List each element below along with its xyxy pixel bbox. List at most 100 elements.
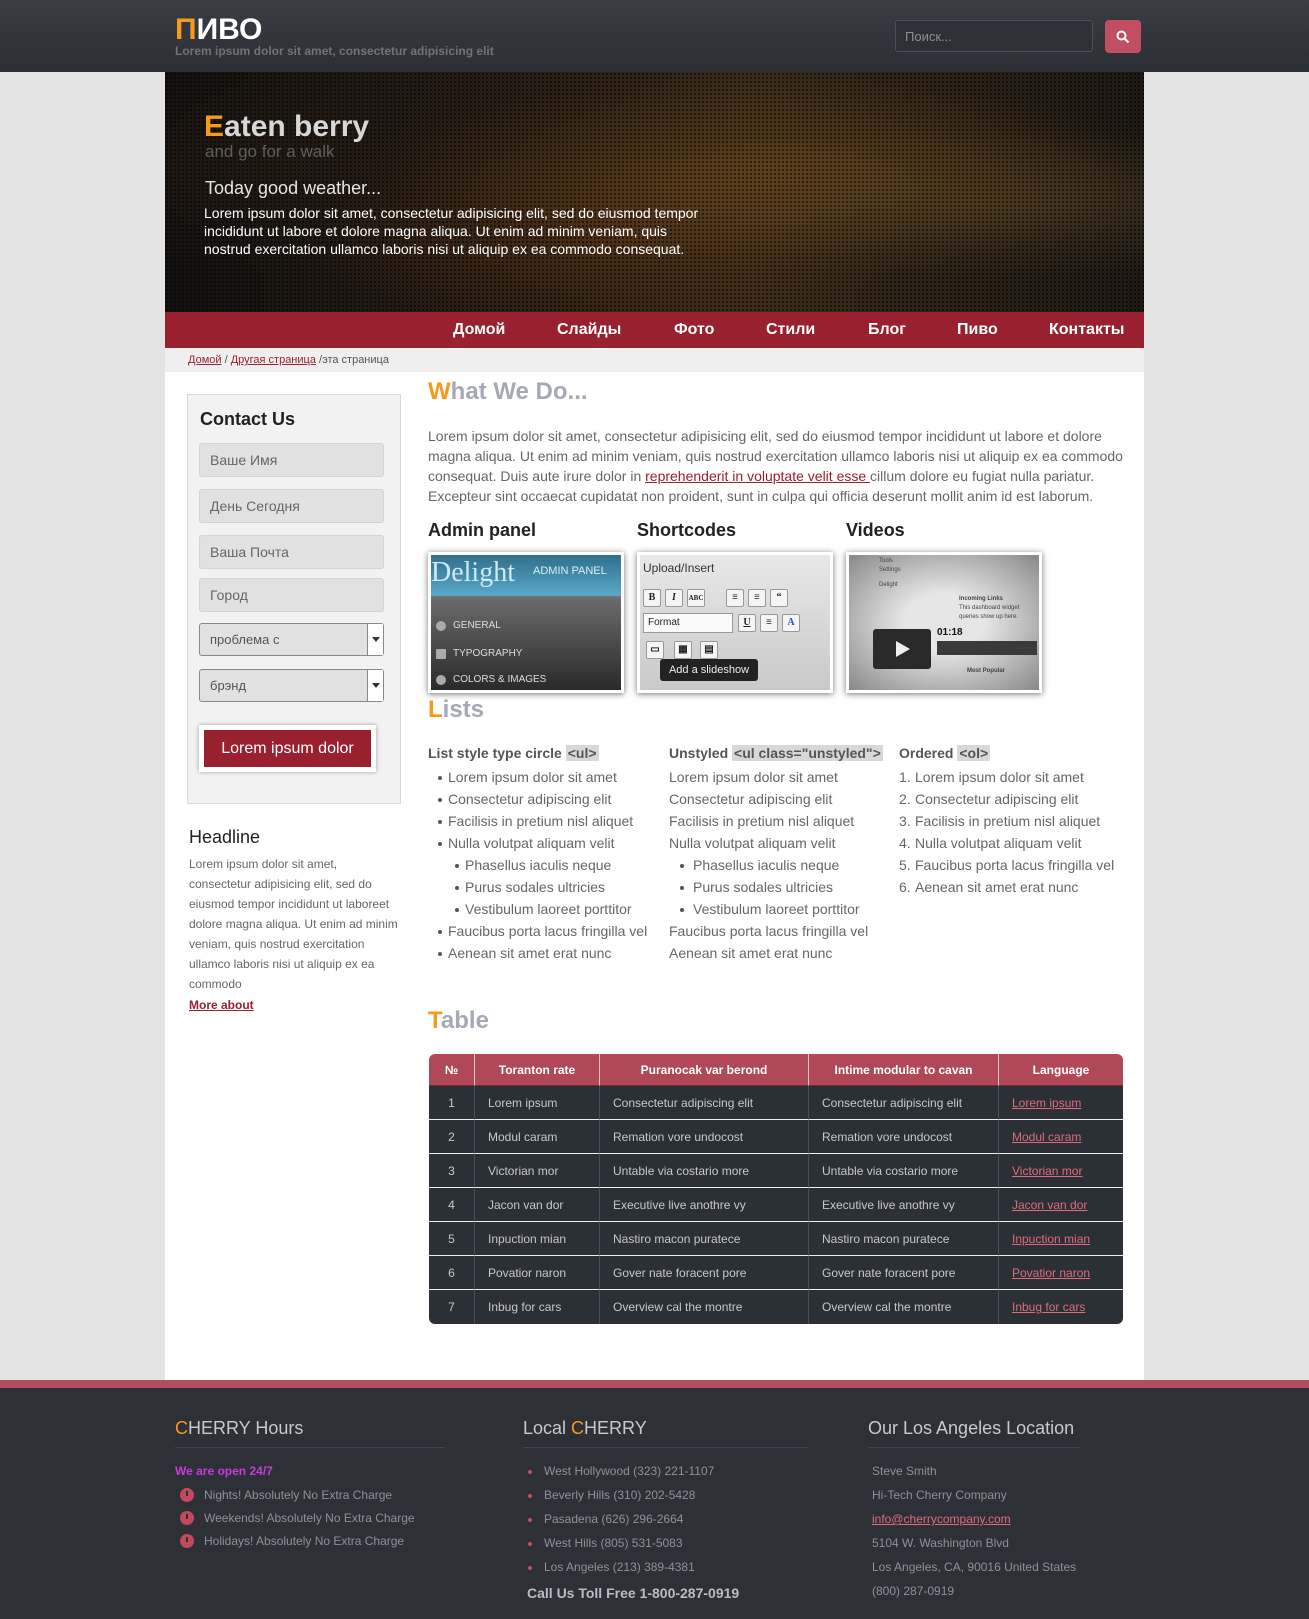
- breadcrumb-current: эта страница: [322, 354, 389, 366]
- list-label: List style type circle: [428, 745, 566, 761]
- table-link[interactable]: Povatior naron: [999, 1256, 1123, 1290]
- strikethrough-icon: ABC: [687, 589, 705, 607]
- table-cell: Lorem ipsum: [475, 1086, 600, 1120]
- search-button[interactable]: [1105, 20, 1141, 53]
- contact-title: Contact Us: [200, 409, 296, 429]
- upload-insert-label: Upload/Insert: [643, 561, 715, 575]
- nav-item-beer[interactable]: Пиво: [957, 312, 998, 348]
- search-input[interactable]: [895, 20, 1093, 52]
- phone-line: (800) 287-0919: [872, 1584, 955, 1598]
- bold-icon: B: [643, 589, 661, 607]
- list-item: Nulla volutpat aliquam velit: [669, 835, 836, 851]
- what-we-do-title: What We Do...: [428, 378, 588, 406]
- list-item: Consectetur adipiscing elit: [669, 791, 833, 807]
- location-title: Our Los Angeles Location: [868, 1418, 1080, 1448]
- bullet-icon: [528, 1518, 532, 1522]
- address-line: 5104 W. Washington Blvd: [872, 1536, 1009, 1550]
- video-panel-text: This dashboard widget queries show up he…: [959, 605, 1020, 620]
- table-link[interactable]: Victorian mor: [999, 1154, 1123, 1188]
- breadcrumb-home[interactable]: Домой: [188, 354, 222, 366]
- table-cell: Inpuction mian: [475, 1222, 600, 1256]
- admin-menu-item: COLORS & IMAGES: [431, 667, 559, 690]
- address-line: Steve Smith: [872, 1464, 937, 1478]
- hero-text: Lorem ipsum dolor sit amet, consectetur …: [204, 205, 699, 257]
- table-link[interactable]: Jacon van dor: [999, 1188, 1123, 1222]
- table-cell: Victorian mor: [475, 1154, 600, 1188]
- title-rest: HERRY: [584, 1418, 647, 1438]
- city-field[interactable]: [199, 578, 384, 612]
- list-label: Unstyled: [669, 745, 733, 761]
- breadcrumb-other[interactable]: Другая страница: [231, 354, 316, 366]
- chevron-down-icon: [367, 624, 383, 655]
- table-row: 7 Inbug for cars Overview cal the montre Ov…: [429, 1290, 1123, 1324]
- column-header: №: [429, 1054, 475, 1086]
- submit-button[interactable]: Lorem ipsum dolor: [204, 730, 371, 767]
- admin-panel-thumbnail[interactable]: Delight ADMIN PANEL GENERAL TYPOGRAPHY C…: [428, 552, 624, 693]
- table-row: 3 Victorian mor Untable via costario more U…: [429, 1154, 1123, 1188]
- list-item: Faucibus porta lacus fringilla vel: [669, 923, 869, 939]
- nav-item-slides[interactable]: Слайды: [557, 312, 621, 348]
- email-link[interactable]: info@cherrycompany.com: [872, 1512, 1011, 1526]
- site-tagline: Lorem ipsum dolor sit amet, consectetur …: [175, 44, 494, 58]
- table-icon: ▤: [700, 641, 718, 659]
- more-about-link[interactable]: More about: [189, 998, 254, 1012]
- brand-select[interactable]: брэнд: [199, 669, 384, 702]
- search-icon: [1116, 30, 1130, 43]
- table-row: 6 Povatior naron Gover nate foracent pore G…: [429, 1256, 1123, 1290]
- table-cell: Untable via costario more: [600, 1154, 809, 1188]
- list-item-text: Faucibus porta lacus fringilla vel: [915, 857, 1115, 873]
- table-cell: Executive live anothre vy: [600, 1188, 809, 1222]
- list-item: 3. Facilisis in pretium nisl aliquet: [899, 813, 1101, 829]
- nav-item-photo[interactable]: Фото: [674, 312, 714, 348]
- hero-subtitle: and go for a walk: [205, 142, 335, 161]
- table-header-row: № Toranton rate Puranocak var berond Int…: [429, 1054, 1123, 1086]
- admin-brand: Delight: [431, 557, 515, 588]
- table-cell: Modul caram: [475, 1120, 600, 1154]
- main-container: Eaten berry and go for a walk Today good…: [165, 72, 1144, 1380]
- location-item: Beverly Hills (310) 202-5428: [544, 1488, 696, 1502]
- table-link[interactable]: Lorem ipsum: [999, 1086, 1123, 1120]
- nav-item-styles[interactable]: Стили: [766, 312, 815, 348]
- breadcrumb-sep: /: [221, 354, 231, 366]
- table-link[interactable]: Inpuction mian: [999, 1222, 1123, 1256]
- table-row: 2 Modul caram Remation vore undocost Remati…: [429, 1120, 1123, 1154]
- videos-thumbnail[interactable]: Tools Settings Delight Incoming Links This …: [846, 552, 1042, 693]
- gear-icon: [436, 621, 446, 631]
- list-heading: Ordered <ol>: [899, 745, 1114, 761]
- hero-heading: Today good weather...: [205, 178, 382, 198]
- table-link[interactable]: Modul caram: [999, 1120, 1123, 1154]
- address-line: Los Angeles, CA, 90016 United States: [872, 1560, 1077, 1574]
- nav-item-contacts[interactable]: Контакты: [1049, 312, 1124, 348]
- toll-free: Call Us Toll Free 1-800-287-0919: [527, 1585, 740, 1601]
- table-link[interactable]: Inbug for cars: [999, 1290, 1123, 1324]
- date-field[interactable]: [199, 489, 384, 523]
- nav-item-blog[interactable]: Блог: [868, 312, 906, 348]
- shortcodes-thumbnail[interactable]: Upload/Insert B I ABC ≡ ≡ “ Format U ≡ A…: [637, 552, 833, 693]
- video-time: 01:18: [937, 627, 963, 638]
- list-item: Faucibus porta lacus fringilla vel: [428, 920, 647, 942]
- clock-icon: [180, 1534, 194, 1548]
- title-first-letter: C: [175, 1418, 188, 1438]
- table-row: 4 Jacon van dor Executive live anothre vy E…: [429, 1188, 1123, 1222]
- list-subitem: Vestibulum laoreet porttitor: [669, 898, 883, 920]
- list-item-text: Facilisis in pretium nisl aliquet: [915, 813, 1101, 829]
- admin-brand-sub: ADMIN PANEL: [533, 565, 607, 577]
- bullet-icon: [528, 1542, 532, 1546]
- list-item-text: Consectetur adipiscing elit: [915, 791, 1079, 807]
- table-cell: Consectetur adipiscing elit: [809, 1086, 999, 1120]
- intro-link[interactable]: reprehenderit in voluptate velit esse: [645, 468, 870, 484]
- email-field[interactable]: [199, 535, 384, 569]
- table-cell: Overview cal the montre: [600, 1290, 809, 1324]
- problem-select[interactable]: проблема с: [199, 623, 384, 656]
- site-logo[interactable]: ПИВО: [175, 14, 262, 46]
- table-cell: Nastiro macon puratece: [600, 1222, 809, 1256]
- list-ordered: Ordered <ol> 1. Lorem ipsum dolor sit ame…: [899, 745, 1114, 898]
- column-header: Toranton rate: [475, 1054, 600, 1086]
- list-unstyled: Unstyled <ul class="unstyled"> Lorem ips…: [669, 745, 883, 964]
- table-cell: 2: [429, 1120, 475, 1154]
- nav-item-home[interactable]: Домой: [453, 312, 505, 348]
- name-field[interactable]: [199, 443, 384, 477]
- table-cell: Untable via costario more: [809, 1154, 999, 1188]
- list-item-text: Aenean sit amet erat nunc: [915, 879, 1079, 895]
- table-cell: Jacon van dor: [475, 1188, 600, 1222]
